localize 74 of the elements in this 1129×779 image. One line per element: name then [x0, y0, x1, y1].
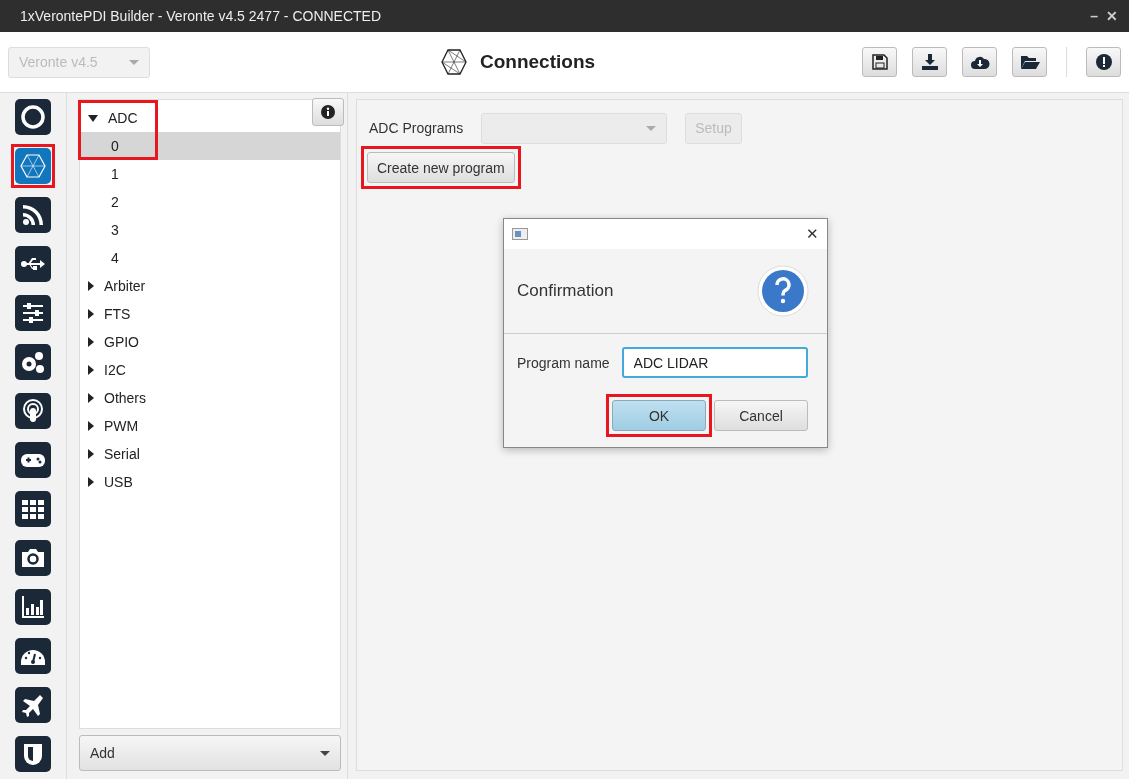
program-name-field[interactable]: ADC LIDAR — [621, 347, 808, 378]
create-program-button[interactable]: Create new program — [367, 152, 515, 183]
rail-button[interactable] — [15, 491, 51, 527]
caret-icon — [129, 59, 139, 65]
close-button[interactable]: ✕ — [806, 225, 819, 243]
dialog-heading: Confirmation — [517, 281, 614, 301]
airplane-icon — [20, 692, 46, 718]
field-label: ADC Programs — [369, 120, 464, 136]
folder-icon — [1019, 54, 1040, 70]
sliders-icon — [20, 300, 46, 326]
rail-button[interactable] — [15, 540, 51, 576]
tree-item[interactable]: Arbiter — [80, 272, 156, 300]
power-ring-icon — [20, 104, 46, 130]
rail-button[interactable] — [15, 687, 51, 723]
exclamation-icon — [1095, 54, 1112, 70]
cloud-download-icon — [969, 54, 990, 70]
rail-button[interactable] — [15, 638, 51, 674]
rail-button[interactable] — [15, 442, 51, 478]
alert-button[interactable] — [1086, 47, 1121, 77]
tree-item[interactable]: ADC — [80, 104, 148, 132]
tree-item[interactable]: GPIO — [80, 328, 149, 356]
save-button[interactable] — [862, 47, 897, 77]
triangle-icon — [88, 477, 94, 487]
cloud-download-button[interactable] — [962, 47, 997, 77]
bar-chart-icon — [20, 594, 46, 620]
triangle-icon — [88, 365, 94, 375]
triangle-icon — [88, 114, 98, 122]
tree-item[interactable]: Others — [80, 384, 156, 412]
triangle-icon — [88, 421, 94, 431]
ok-button[interactable]: OK — [612, 400, 706, 431]
triangle-icon — [88, 309, 94, 319]
tree-item[interactable]: PWM — [80, 412, 149, 440]
tree-item[interactable]: Serial — [80, 440, 150, 468]
tree-item[interactable]: 4 — [80, 244, 340, 272]
tree-item[interactable]: 2 — [80, 188, 340, 216]
page-title: Connections — [480, 51, 596, 73]
open-folder-button[interactable] — [1012, 47, 1047, 77]
tree-item[interactable]: USB — [80, 468, 143, 496]
field-label: Program name — [517, 354, 610, 371]
tree-item[interactable]: 1 — [80, 160, 340, 188]
download-button[interactable] — [912, 47, 947, 77]
rail-button[interactable] — [15, 99, 51, 135]
tree-item[interactable]: 0 — [80, 132, 340, 160]
window-icon — [512, 228, 528, 240]
triangle-icon — [88, 337, 94, 347]
triangle-icon — [88, 281, 94, 291]
minimize-button[interactable]: – — [1087, 8, 1101, 24]
gears-icon — [20, 349, 46, 375]
tree-item[interactable]: I2C — [80, 356, 136, 384]
tree-item[interactable]: 3 — [80, 216, 340, 244]
rss-icon — [20, 202, 46, 228]
hexagon-icon — [20, 153, 46, 179]
rail-button[interactable] — [15, 589, 51, 625]
caret-icon — [646, 125, 657, 131]
triangle-icon — [88, 449, 94, 459]
tree-item[interactable]: FTS — [80, 300, 141, 328]
info-icon — [321, 105, 335, 119]
download-icon — [920, 54, 939, 70]
add-dropdown[interactable]: Add — [79, 735, 341, 771]
rail-button[interactable] — [15, 393, 51, 429]
window-title: 1xVerontePDI Builder - Veronte v4.5 2477 - CONNECTED — [20, 8, 382, 24]
rail-button[interactable] — [15, 295, 51, 331]
caret-icon — [320, 750, 330, 756]
hexagon-icon — [440, 48, 468, 76]
triangle-icon — [88, 393, 94, 403]
rail-button[interactable] — [15, 736, 51, 772]
rail-button[interactable] — [15, 197, 51, 233]
cancel-button[interactable]: Cancel — [714, 400, 808, 431]
question-icon — [757, 265, 809, 317]
broadcast-icon — [20, 398, 46, 424]
rail-button[interactable] — [15, 344, 51, 380]
rail-button[interactable] — [15, 246, 51, 282]
info-button[interactable] — [312, 98, 344, 126]
close-button[interactable]: ✕ — [1103, 8, 1121, 24]
